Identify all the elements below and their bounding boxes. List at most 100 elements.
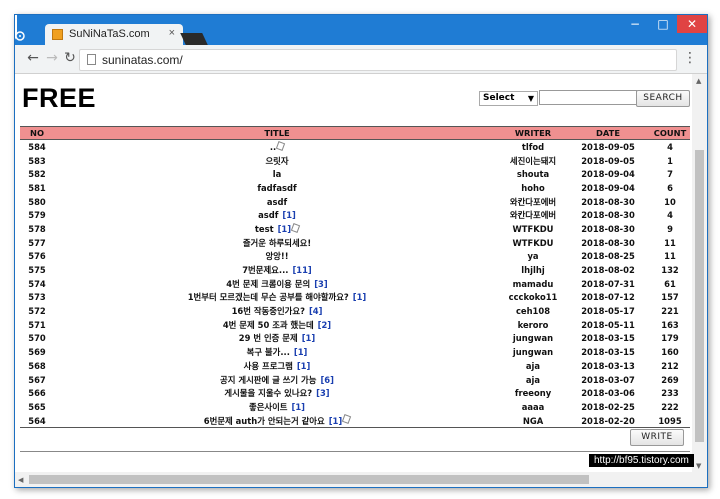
post-title-cell[interactable]: 으릿자 xyxy=(54,154,500,168)
horizontal-scrollbar[interactable]: ◀ xyxy=(15,472,707,487)
reload-icon[interactable]: ↻ xyxy=(62,50,78,66)
row-writer: 와칸다포에버 xyxy=(509,196,557,207)
row-date: 2018-08-30 xyxy=(581,210,635,221)
table-row[interactable]: 582 la shouta 2018-09-04 7 xyxy=(20,167,690,181)
table-row[interactable]: 570 29 번 인증 문제 [1] jungwan 2018-03-15 179 xyxy=(20,332,690,346)
post-title-cell[interactable]: 좋은사이트 [1] xyxy=(54,400,500,414)
row-count: 6 xyxy=(667,182,673,193)
post-title-cell[interactable]: 4번 문제 50 조과 했는데 [2] xyxy=(54,318,500,332)
table-row[interactable]: 569 복구 불가... [1] jungwan 2018-03-15 160 xyxy=(20,345,690,359)
post-title-cell[interactable]: .. xyxy=(54,140,500,154)
table-row[interactable]: 581 fadfasdf hoho 2018-09-04 6 xyxy=(20,181,690,195)
vertical-scrollbar[interactable]: ▲ ▼ xyxy=(692,74,707,472)
table-row[interactable]: 580 asdf 와칸다포에버 2018-08-30 10 xyxy=(20,195,690,209)
post-title-link[interactable]: 4번 문제 크롬이용 문의 xyxy=(226,279,310,289)
table-row[interactable]: 579 asdf [1] 와칸다포에버 2018-08-30 4 xyxy=(20,208,690,222)
post-title-cell[interactable]: test [1] xyxy=(54,222,500,236)
post-title-cell[interactable]: 공지 게시판에 글 쓰기 가능 [6] xyxy=(54,373,500,387)
post-title-link[interactable]: 앙앙!! xyxy=(265,251,288,261)
back-arrow-icon[interactable]: ← xyxy=(25,50,41,66)
post-title-cell[interactable]: 사용 프로그램 [1] xyxy=(54,359,500,373)
search-button[interactable]: SEARCH xyxy=(636,90,690,107)
table-row[interactable]: 565 좋은사이트 [1] aaaa 2018-02-25 222 xyxy=(20,400,690,414)
horizontal-scroll-thumb[interactable] xyxy=(29,475,589,484)
post-title-link[interactable]: test xyxy=(255,224,274,234)
menu-dots-icon[interactable]: ⋮ xyxy=(683,50,697,66)
post-title-cell[interactable]: la xyxy=(54,167,500,181)
row-count: 132 xyxy=(661,265,679,276)
post-title-link[interactable]: fadfasdf xyxy=(257,183,296,193)
post-title-link[interactable]: asdf xyxy=(258,210,278,220)
post-title-link[interactable]: 1번부터 모르겠는데 무슨 공부를 해야할까요? xyxy=(188,292,349,302)
row-writer: keroro xyxy=(517,319,549,330)
post-title-cell[interactable]: 1번부터 모르겠는데 무슨 공부를 해야할까요? [1] xyxy=(54,291,500,305)
page-icon xyxy=(87,54,96,65)
post-title-cell[interactable]: 16번 작동중인가요? [4] xyxy=(54,304,500,318)
post-title-link[interactable]: 복구 불가... xyxy=(247,347,290,357)
post-title-link[interactable]: 즐거운 하루되세요! xyxy=(243,238,311,248)
post-title-cell[interactable]: asdf [1] xyxy=(54,208,500,222)
post-title-link[interactable]: 사용 프로그램 xyxy=(244,361,293,371)
write-button[interactable]: WRITE xyxy=(630,429,684,446)
table-row[interactable]: 576 앙앙!! ya 2018-08-25 11 xyxy=(20,250,690,264)
table-row[interactable]: 583 으릿자 세진이는돼지 2018-09-05 1 xyxy=(20,154,690,168)
scroll-left-icon[interactable]: ◀ xyxy=(18,476,23,484)
table-row[interactable]: 566 게시물을 지울수 있나요? [3] freeony 2018-03-06 233 xyxy=(20,386,690,400)
post-title-link[interactable]: asdf xyxy=(267,197,287,207)
post-title-cell[interactable]: 복구 불가... [1] xyxy=(54,345,500,359)
table-row[interactable]: 573 1번부터 모르겠는데 무슨 공부를 해야할까요? [1] ccckoko11 2… xyxy=(20,291,690,305)
post-title-link[interactable]: 29 번 인증 문제 xyxy=(239,333,298,343)
tab-suninatas[interactable]: SuNiNaTaS.com × xyxy=(45,24,183,45)
row-no: 570 xyxy=(28,333,46,344)
table-row[interactable]: 564 6번문제 auth가 안되는거 같아요 [1] NGA 2018-02-20 10… xyxy=(20,413,690,429)
row-count: 7 xyxy=(667,169,673,180)
scroll-down-icon[interactable]: ▼ xyxy=(696,462,701,470)
table-row[interactable]: 577 즐거운 하루되세요! WTFKDU 2018-08-30 11 xyxy=(20,236,690,250)
row-no: 571 xyxy=(28,319,46,330)
tab-close-icon[interactable]: × xyxy=(169,27,175,39)
post-title-cell[interactable]: 게시물을 지울수 있나요? [3] xyxy=(54,386,500,400)
close-window-button[interactable]: ✕ xyxy=(677,15,707,33)
post-title-link[interactable]: 7번문제요... xyxy=(242,265,288,275)
row-writer: shouta xyxy=(516,169,550,180)
table-row[interactable]: 574 4번 문제 크롬이용 문의 [3] mamadu 2018-07-31 61 xyxy=(20,277,690,291)
post-title-cell[interactable]: 29 번 인증 문제 [1] xyxy=(54,332,500,346)
table-row[interactable]: 578 test [1] WTFKDU 2018-08-30 9 xyxy=(20,222,690,236)
favicon-icon xyxy=(52,29,63,40)
post-title-link[interactable]: 4번 문제 50 조과 했는데 xyxy=(223,320,314,330)
post-title-link[interactable]: 16번 작동중인가요? xyxy=(232,306,305,316)
vertical-scroll-thumb[interactable] xyxy=(695,150,704,442)
post-title-cell[interactable]: fadfasdf xyxy=(54,181,500,195)
address-bar[interactable]: suninatas.com/ xyxy=(79,49,677,71)
scroll-up-icon[interactable]: ▲ xyxy=(696,77,701,85)
minimize-button[interactable]: − xyxy=(621,15,649,33)
table-row[interactable]: 584.. tlfod 2018-09-05 4 xyxy=(20,140,690,154)
post-title-link[interactable]: 으릿자 xyxy=(265,156,288,166)
forward-arrow-icon[interactable]: → xyxy=(44,50,60,66)
maximize-button[interactable]: □ xyxy=(649,15,677,33)
table-row[interactable]: 568 사용 프로그램 [1] aja 2018-03-13 212 xyxy=(20,359,690,373)
post-title-cell[interactable]: asdf xyxy=(54,195,500,209)
post-title-link[interactable]: la xyxy=(273,169,282,179)
table-row[interactable]: 575 7번문제요... [11] lhjlhj 2018-08-02 132 xyxy=(20,263,690,277)
table-row[interactable]: 567 공지 게시판에 글 쓰기 가능 [6] aja 2018-03-07 269 xyxy=(20,373,690,387)
post-title-cell[interactable]: 7번문제요... [11] xyxy=(54,263,500,277)
table-row[interactable]: 572 16번 작동중인가요? [4] ceh108 2018-05-17 221 xyxy=(20,304,690,318)
new-tab-button[interactable] xyxy=(180,33,208,45)
post-title-cell[interactable]: 앙앙!! xyxy=(54,250,500,264)
tab-title: SuNiNaTaS.com xyxy=(69,28,150,40)
post-title-cell[interactable]: 즐거운 하루되세요! xyxy=(54,236,500,250)
post-title-link[interactable]: 6번문제 auth가 안되는거 같아요 xyxy=(204,416,325,426)
search-input[interactable] xyxy=(539,90,637,105)
post-title-link[interactable]: 공지 게시판에 글 쓰기 가능 xyxy=(220,375,316,385)
post-title-link[interactable]: 게시물을 지울수 있나요? xyxy=(224,388,312,398)
watermark: http://bf95.tistory.com xyxy=(589,454,694,467)
search-field-select[interactable]: Select ▼ xyxy=(479,91,538,106)
row-count: 1 xyxy=(667,155,673,166)
post-title-link[interactable]: 좋은사이트 xyxy=(249,402,288,412)
row-count: 160 xyxy=(661,347,679,358)
header-title: TITLE xyxy=(54,126,500,140)
post-title-cell[interactable]: 4번 문제 크롬이용 문의 [3] xyxy=(54,277,500,291)
table-row[interactable]: 571 4번 문제 50 조과 했는데 [2] keroro 2018-05-11 163 xyxy=(20,318,690,332)
post-title-cell[interactable]: 6번문제 auth가 안되는거 같아요 [1] xyxy=(54,413,500,429)
